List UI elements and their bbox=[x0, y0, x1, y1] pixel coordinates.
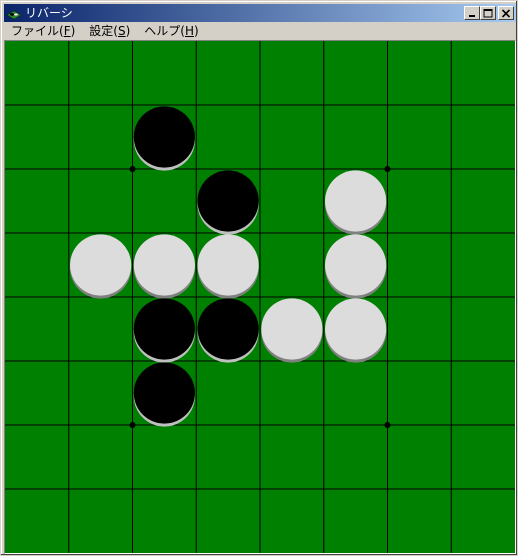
board-cell[interactable] bbox=[5, 425, 69, 489]
board-cell[interactable] bbox=[388, 361, 452, 425]
menu-settings-label: 設定( bbox=[89, 24, 118, 38]
board-cell[interactable] bbox=[69, 41, 133, 105]
menu-bar: ファイル(F) 設定(S) ヘルプ(H) bbox=[4, 22, 516, 40]
board-cell[interactable] bbox=[69, 361, 133, 425]
white-disc bbox=[197, 234, 259, 296]
board-cell[interactable] bbox=[451, 169, 515, 233]
board-cell[interactable] bbox=[388, 105, 452, 169]
board-cell[interactable] bbox=[451, 105, 515, 169]
white-disc bbox=[325, 234, 387, 296]
close-button[interactable] bbox=[498, 6, 514, 20]
white-disc bbox=[325, 170, 387, 232]
board-cell[interactable] bbox=[133, 489, 197, 553]
menu-file[interactable]: ファイル(F) bbox=[4, 22, 82, 40]
board-cell[interactable] bbox=[324, 105, 388, 169]
game-board[interactable] bbox=[5, 41, 515, 553]
maximize-button[interactable] bbox=[480, 6, 496, 20]
board-cell[interactable] bbox=[260, 361, 324, 425]
board-cell[interactable] bbox=[388, 489, 452, 553]
board-cell[interactable] bbox=[451, 233, 515, 297]
white-disc bbox=[261, 298, 323, 360]
board-cell[interactable] bbox=[5, 105, 69, 169]
board-cell[interactable] bbox=[5, 169, 69, 233]
star-point bbox=[384, 166, 391, 172]
board-cell[interactable] bbox=[324, 361, 388, 425]
menu-file-accel: F bbox=[63, 24, 71, 38]
board-cell[interactable] bbox=[196, 489, 260, 553]
board-cell[interactable] bbox=[5, 233, 69, 297]
minimize-button[interactable] bbox=[464, 6, 480, 20]
board-cell[interactable] bbox=[324, 425, 388, 489]
board-cell[interactable] bbox=[196, 425, 260, 489]
board-cell[interactable] bbox=[451, 425, 515, 489]
white-disc bbox=[70, 234, 132, 296]
board-cell[interactable] bbox=[133, 41, 197, 105]
board-cell[interactable] bbox=[133, 169, 197, 233]
board-cell[interactable] bbox=[69, 297, 133, 361]
white-disc bbox=[133, 234, 195, 296]
menu-help-accel: H bbox=[184, 24, 194, 38]
board-cell[interactable] bbox=[196, 105, 260, 169]
black-disc bbox=[133, 362, 195, 424]
board-cell[interactable] bbox=[5, 297, 69, 361]
board-cell[interactable] bbox=[69, 105, 133, 169]
white-disc bbox=[325, 298, 387, 360]
board-cell[interactable] bbox=[260, 489, 324, 553]
board-cell[interactable] bbox=[260, 41, 324, 105]
board-cell[interactable] bbox=[451, 489, 515, 553]
board-cell[interactable] bbox=[69, 169, 133, 233]
board-cell[interactable] bbox=[324, 489, 388, 553]
reversi-app-icon bbox=[6, 10, 22, 20]
black-disc bbox=[197, 298, 259, 360]
board-cell[interactable] bbox=[5, 361, 69, 425]
maximize-icon bbox=[483, 9, 493, 18]
board-cell[interactable] bbox=[388, 425, 452, 489]
board-cell[interactable] bbox=[260, 105, 324, 169]
board-cell[interactable] bbox=[451, 297, 515, 361]
menu-help[interactable]: ヘルプ(H) bbox=[137, 22, 205, 40]
window-title: リバーシ bbox=[25, 6, 73, 20]
black-disc bbox=[197, 170, 259, 232]
board-cell[interactable] bbox=[260, 169, 324, 233]
menu-settings-accel: S bbox=[117, 24, 126, 38]
board-cell[interactable] bbox=[451, 361, 515, 425]
menu-file-suffix: ) bbox=[70, 24, 76, 38]
board-cell[interactable] bbox=[451, 41, 515, 105]
black-disc bbox=[133, 298, 195, 360]
reversi-window: リバーシ ファイル(F) 設定(S) ヘルプ(H) bbox=[0, 0, 518, 556]
board-cell[interactable] bbox=[260, 425, 324, 489]
menu-help-label: ヘルプ( bbox=[144, 24, 185, 38]
board-cell[interactable] bbox=[388, 233, 452, 297]
star-point bbox=[129, 166, 136, 172]
board-cell[interactable] bbox=[69, 489, 133, 553]
board-cell[interactable] bbox=[5, 41, 69, 105]
star-point bbox=[384, 422, 391, 428]
title-bar[interactable]: リバーシ bbox=[4, 4, 516, 22]
board-cell[interactable] bbox=[260, 233, 324, 297]
menu-settings-suffix: ) bbox=[125, 24, 131, 38]
board-cell[interactable] bbox=[133, 425, 197, 489]
star-point bbox=[129, 422, 136, 428]
board-cell[interactable] bbox=[196, 41, 260, 105]
menu-help-suffix: ) bbox=[194, 24, 199, 38]
board-cell[interactable] bbox=[5, 489, 69, 553]
board-cell[interactable] bbox=[324, 41, 388, 105]
board-cell[interactable] bbox=[388, 169, 452, 233]
board-cell[interactable] bbox=[69, 425, 133, 489]
minimize-icon bbox=[469, 15, 475, 17]
close-icon bbox=[501, 9, 511, 18]
board-cell[interactable] bbox=[388, 297, 452, 361]
board-cell[interactable] bbox=[388, 41, 452, 105]
board-cell[interactable] bbox=[196, 361, 260, 425]
black-disc bbox=[133, 106, 195, 168]
menu-settings[interactable]: 設定(S) bbox=[82, 22, 137, 40]
menu-file-label: ファイル( bbox=[11, 24, 64, 38]
